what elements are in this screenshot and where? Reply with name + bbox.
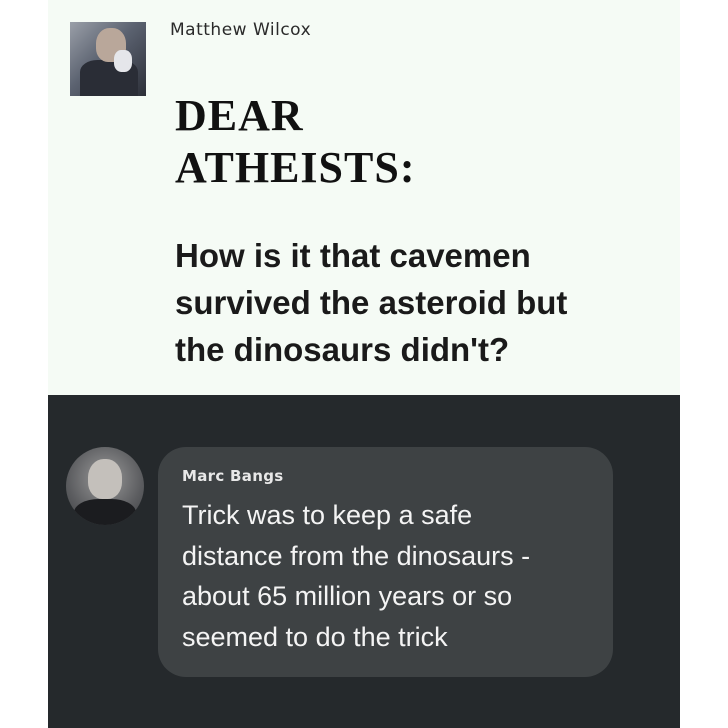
- post-author-avatar[interactable]: [70, 22, 146, 96]
- comment-text-line: seemed to do the trick: [182, 621, 448, 652]
- avatar-shirt-shape: [74, 499, 136, 525]
- comment-text: Trick was to keep a safe distance from t…: [182, 495, 602, 657]
- commenter-avatar[interactable]: [66, 447, 144, 525]
- comment-section: Marc Bangs Trick was to keep a safe dist…: [48, 395, 680, 728]
- avatar-hand-shape: [114, 50, 132, 72]
- post-headline-line: ATHEISTS:: [175, 143, 416, 192]
- screenshot-frame: Matthew Wilcox DEAR ATHEISTS: How is it …: [48, 0, 680, 728]
- post-question: How is it that cavemen survived the aste…: [175, 232, 675, 373]
- avatar-face-shape: [88, 459, 122, 499]
- post-headline-line: DEAR: [175, 91, 304, 140]
- comment-bubble: Marc Bangs Trick was to keep a safe dist…: [158, 447, 613, 677]
- post: Matthew Wilcox DEAR ATHEISTS: How is it …: [48, 0, 680, 395]
- post-question-line: survived the asteroid but: [175, 284, 568, 321]
- post-question-line: How is it that cavemen: [175, 237, 531, 274]
- post-question-line: the dinosaurs didn't?: [175, 331, 510, 368]
- post-headline: DEAR ATHEISTS:: [175, 90, 416, 194]
- commenter-name[interactable]: Marc Bangs: [182, 467, 283, 485]
- comment-text-line: distance from the dinosaurs -: [182, 540, 531, 571]
- comment-text-line: about 65 million years or so: [182, 581, 513, 611]
- comment-text-line: Trick was to keep a safe: [182, 500, 473, 530]
- post-author-name[interactable]: Matthew Wilcox: [170, 20, 311, 40]
